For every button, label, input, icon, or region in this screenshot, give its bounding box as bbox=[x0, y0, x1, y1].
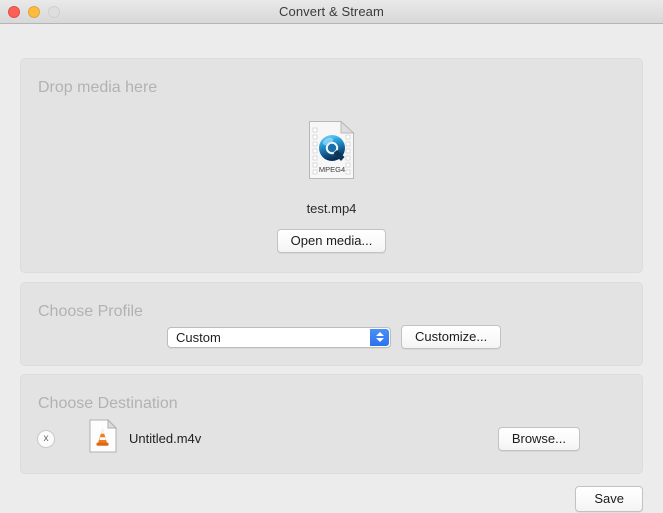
vlc-cone-document-icon bbox=[89, 418, 118, 458]
mpeg4-document-icon: MPEG4 bbox=[308, 120, 356, 180]
mpeg4-icon-label: MPEG4 bbox=[318, 165, 344, 174]
chevron-up-down-icon[interactable] bbox=[370, 328, 389, 346]
open-media-button-wrap: Open media... bbox=[21, 229, 642, 253]
choose-profile-heading: Choose Profile bbox=[38, 303, 143, 320]
save-button[interactable]: Save bbox=[575, 486, 643, 512]
profile-controls-row: Custom Customize... bbox=[167, 325, 502, 349]
open-media-button[interactable]: Open media... bbox=[276, 229, 387, 253]
profile-select-value: Custom bbox=[176, 329, 221, 345]
customize-profile-button[interactable]: Customize... bbox=[401, 325, 502, 349]
zoom-window-button bbox=[48, 6, 60, 18]
profile-select[interactable]: Custom bbox=[167, 326, 391, 348]
remove-destination-button[interactable]: x bbox=[37, 429, 55, 448]
drop-media-heading: Drop media here bbox=[38, 79, 158, 96]
destination-filename: Untitled.m4v bbox=[129, 431, 202, 446]
browse-button-wrap: Browse... bbox=[497, 426, 580, 451]
media-filename: test.mp4 bbox=[306, 201, 357, 216]
browse-destination-button[interactable]: Browse... bbox=[497, 426, 580, 451]
drop-media-panel[interactable]: Drop media here MPEG4 test.mp4 Open medi… bbox=[20, 58, 643, 273]
window-title: Convert & Stream bbox=[279, 4, 384, 19]
minimize-window-button[interactable] bbox=[28, 6, 40, 18]
media-file-icon-wrap: MPEG4 bbox=[21, 120, 642, 180]
window-content: Drop media here MPEG4 test.mp4 Open medi… bbox=[0, 24, 663, 513]
traffic-lights bbox=[8, 6, 60, 18]
window-titlebar: Convert & Stream bbox=[0, 0, 663, 24]
choose-destination-panel: Choose Destination x Untitled.m4v Browse… bbox=[20, 374, 643, 474]
close-window-button[interactable] bbox=[8, 6, 20, 18]
destination-row: x Untitled.m4v Browse... bbox=[21, 418, 642, 458]
choose-destination-heading: Choose Destination bbox=[38, 395, 178, 412]
choose-profile-panel: Choose Profile Custom Customize... bbox=[20, 282, 643, 366]
